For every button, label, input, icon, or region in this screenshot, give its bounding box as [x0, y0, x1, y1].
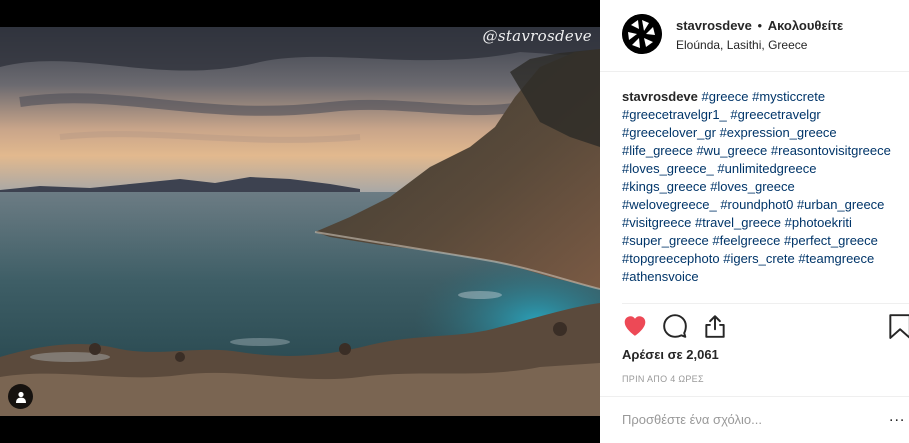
hashtag-link[interactable]: #welovegreece_: [622, 197, 717, 212]
person-icon: [15, 391, 26, 403]
share-icon: [705, 315, 725, 338]
hashtag-link[interactable]: #life_greece: [622, 143, 693, 158]
hashtag-link[interactable]: #reasontovisitgreece: [771, 143, 891, 158]
hashtag-link[interactable]: #feelgreece: [712, 233, 780, 248]
post-caption: stavrosdeve #greece #mysticcrete #greece…: [622, 88, 892, 286]
hashtag-link[interactable]: #visitgreece: [622, 215, 691, 230]
landscape-image: [0, 27, 600, 416]
hashtag-link[interactable]: #unlimitedgreece: [717, 161, 816, 176]
divider: [622, 303, 909, 304]
camera-aperture-icon: [622, 14, 662, 54]
hashtag-link[interactable]: #travel_greece: [695, 215, 781, 230]
header-separator: •: [757, 18, 763, 33]
hashtag-link[interactable]: #mysticcrete: [752, 89, 825, 104]
hashtag-link[interactable]: #urban_greece: [797, 197, 884, 212]
hashtag-link[interactable]: #super_greece: [622, 233, 709, 248]
location-link[interactable]: Eloúnda, Lasithi, Greece: [676, 38, 807, 52]
like-button[interactable]: [622, 313, 648, 344]
hashtag-link[interactable]: #teamgreece: [798, 251, 874, 266]
comment-input[interactable]: [622, 408, 862, 430]
hashtag-list: #greece #mysticcrete #greecetravelgr1_ #…: [622, 89, 891, 284]
hashtag-link[interactable]: #greecetravelgr: [730, 107, 820, 122]
comment-button[interactable]: [662, 313, 688, 344]
post-details-panel: stavrosdeve • Ακολουθείτε Eloúnda, Lasit…: [600, 0, 909, 443]
hashtag-link[interactable]: #photoekriti: [785, 215, 852, 230]
following-button[interactable]: Ακολουθείτε: [768, 18, 844, 33]
caption-username-link[interactable]: stavrosdeve: [622, 89, 698, 104]
header-title: stavrosdeve • Ακολουθείτε: [676, 18, 843, 33]
header-username-link[interactable]: stavrosdeve: [676, 18, 752, 33]
hashtag-link[interactable]: #perfect_greece: [784, 233, 878, 248]
share-button[interactable]: [702, 313, 728, 344]
tagged-users-button[interactable]: [8, 384, 33, 409]
more-options-button[interactable]: ...: [889, 409, 905, 425]
post-timestamp[interactable]: ΠΡΙΝ ΑΠΟ 4 ΩΡΕΣ: [622, 374, 704, 384]
avatar[interactable]: [622, 14, 662, 54]
action-bar: [622, 313, 909, 343]
hashtag-link[interactable]: #expression_greece: [720, 125, 837, 140]
save-button[interactable]: [888, 313, 909, 344]
divider: [600, 396, 909, 397]
comment-icon: [663, 314, 687, 338]
post-photo[interactable]: @stavrosdeve: [0, 27, 600, 416]
heart-filled-icon: [624, 316, 646, 336]
hashtag-link[interactable]: #greecetravelgr1_: [622, 107, 727, 122]
hashtag-link[interactable]: #topgreecephoto: [622, 251, 720, 266]
hashtag-link[interactable]: #roundphot0: [720, 197, 793, 212]
post-header: stavrosdeve • Ακολουθείτε Eloúnda, Lasit…: [600, 0, 909, 72]
photo-watermark: @stavrosdeve: [482, 27, 592, 45]
hashtag-link[interactable]: #loves_greece_: [622, 161, 714, 176]
hashtag-link[interactable]: #igers_crete: [723, 251, 795, 266]
hashtag-link[interactable]: #wu_greece: [696, 143, 767, 158]
hashtag-link[interactable]: #kings_greece: [622, 179, 707, 194]
likes-count[interactable]: Αρέσει σε 2,061: [622, 347, 719, 362]
hashtag-link[interactable]: #greecelover_gr: [622, 125, 716, 140]
hashtag-link[interactable]: #athensvoice: [622, 269, 699, 284]
hashtag-link[interactable]: #loves_greece: [710, 179, 795, 194]
hashtag-link[interactable]: #greece: [702, 89, 749, 104]
bookmark-icon: [889, 314, 909, 339]
